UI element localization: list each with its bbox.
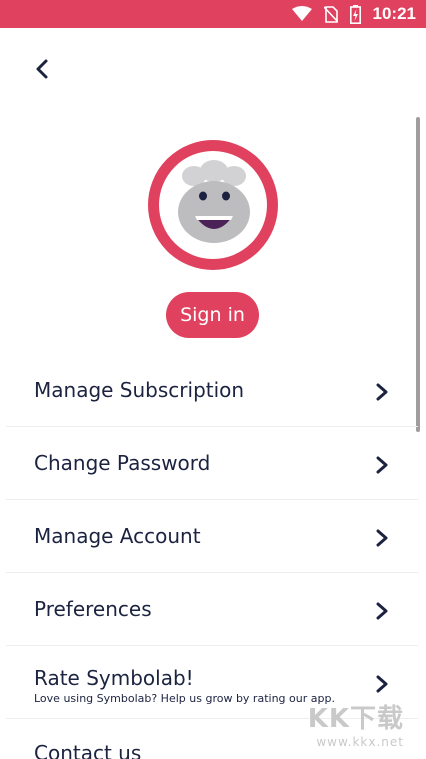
chevron-right-icon [376,456,388,474]
battery-charging-icon [349,4,361,24]
chevron-right-icon [376,675,388,693]
wifi-icon [291,6,312,21]
status-bar: 10:21 [0,0,426,28]
sign-in-button[interactable]: Sign in [166,292,259,338]
back-button[interactable] [30,56,56,82]
menu-item-change-password[interactable]: Change Password [6,427,418,500]
watermark-logo: KK下载 [307,704,404,734]
menu-item-subtitle: Love using Symbolab? Help us grow by rat… [34,692,335,705]
chevron-right-icon [376,529,388,547]
menu-item-manage-subscription[interactable]: Manage Subscription [6,354,418,427]
status-icons: 10:21 [291,0,416,28]
menu-item-label: Contact us [34,741,142,759]
watermark-url: www.kkx.net [316,735,404,749]
chef-mascot-avatar [178,160,250,243]
menu-item-label: Manage Account [34,524,201,548]
menu-item-label: Rate Symbolab! [34,666,194,690]
menu-item-preferences[interactable]: Preferences [6,573,418,646]
menu-item-label: Preferences [34,597,152,621]
menu-item-label: Manage Subscription [34,378,245,402]
no-sim-icon [323,5,338,23]
chevron-left-icon [36,59,48,79]
menu-item-label: Change Password [34,451,211,475]
chevron-right-icon [376,602,388,620]
watermark: KK下载 www.kkx.net [308,698,404,749]
status-time: 10:21 [372,4,416,23]
menu-item-manage-account[interactable]: Manage Account [6,500,418,573]
chevron-right-icon [376,383,388,401]
